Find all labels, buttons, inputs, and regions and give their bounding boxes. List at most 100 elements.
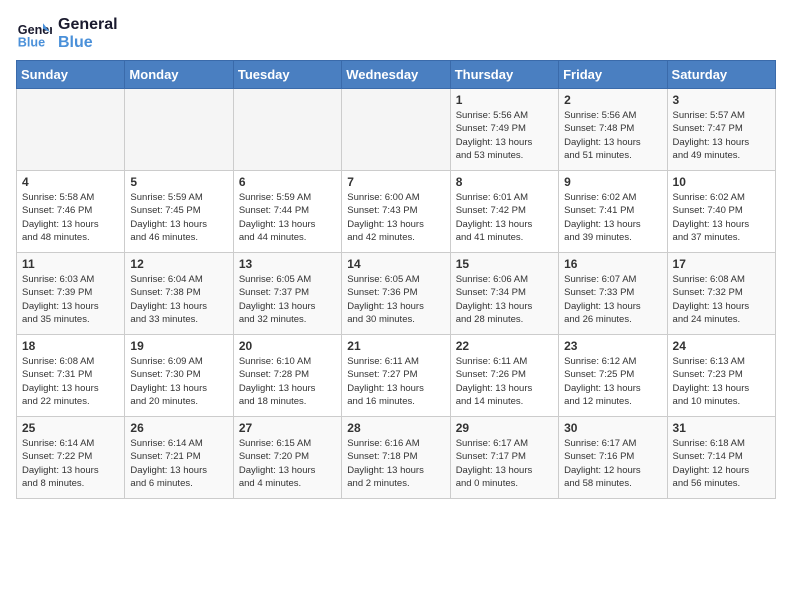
calendar-cell: 16Sunrise: 6:07 AM Sunset: 7:33 PM Dayli…: [559, 253, 667, 335]
calendar-cell: 23Sunrise: 6:12 AM Sunset: 7:25 PM Dayli…: [559, 335, 667, 417]
calendar-cell: [342, 89, 450, 171]
day-number: 4: [22, 175, 119, 189]
day-number: 29: [456, 421, 553, 435]
calendar-cell: 30 Sunrise: 6:17 AM Sunset: 7:16 PM Dayli…: [559, 417, 667, 499]
day-number: 25: [22, 421, 119, 435]
day-info: Sunrise: 6:07 AM Sunset: 7:33 PM Dayligh…: [564, 273, 661, 326]
logo-blue: Blue: [58, 34, 118, 52]
day-number: 5: [130, 175, 227, 189]
calendar-week-5: 25Sunrise: 6:14 AM Sunset: 7:22 PM Dayli…: [17, 417, 776, 499]
calendar-week-4: 18 Sunrise: 6:08 AM Sunset: 7:31 PM Dayli…: [17, 335, 776, 417]
day-number: 21: [347, 339, 444, 353]
calendar-week-1: 1 Sunrise: 5:56 AM Sunset: 7:49 PM Daylig…: [17, 89, 776, 171]
calendar-cell: 19 Sunrise: 6:09 AM Sunset: 7:30 PM Dayli…: [125, 335, 233, 417]
day-number: 30: [564, 421, 661, 435]
day-info: Sunrise: 6:17 AM Sunset: 7:17 PM Dayligh…: [456, 437, 553, 490]
calendar-week-3: 11 Sunrise: 6:03 AM Sunset: 7:39 PM Dayli…: [17, 253, 776, 335]
day-info: Sunrise: 6:17 AM Sunset: 7:16 PM Dayligh…: [564, 437, 661, 490]
day-info: Sunrise: 6:00 AM Sunset: 7:43 PM Dayligh…: [347, 191, 444, 244]
calendar-cell: 4 Sunrise: 5:58 AM Sunset: 7:46 PM Daylig…: [17, 171, 125, 253]
calendar-cell: [125, 89, 233, 171]
day-number: 19: [130, 339, 227, 353]
day-number: 6: [239, 175, 336, 189]
calendar-cell: 20Sunrise: 6:10 AM Sunset: 7:28 PM Dayli…: [233, 335, 341, 417]
calendar-cell: 8 Sunrise: 6:01 AM Sunset: 7:42 PM Daylig…: [450, 171, 558, 253]
day-info: Sunrise: 6:18 AM Sunset: 7:14 PM Dayligh…: [673, 437, 770, 490]
logo-general: General: [58, 16, 118, 34]
day-number: 9: [564, 175, 661, 189]
day-info: Sunrise: 6:03 AM Sunset: 7:39 PM Dayligh…: [22, 273, 119, 326]
day-number: 12: [130, 257, 227, 271]
day-info: Sunrise: 6:08 AM Sunset: 7:31 PM Dayligh…: [22, 355, 119, 408]
day-info: Sunrise: 6:04 AM Sunset: 7:38 PM Dayligh…: [130, 273, 227, 326]
day-info: Sunrise: 6:08 AM Sunset: 7:32 PM Dayligh…: [673, 273, 770, 326]
day-info: Sunrise: 5:58 AM Sunset: 7:46 PM Dayligh…: [22, 191, 119, 244]
weekday-header-monday: Monday: [125, 61, 233, 89]
day-info: Sunrise: 6:14 AM Sunset: 7:21 PM Dayligh…: [130, 437, 227, 490]
calendar-cell: 17 Sunrise: 6:08 AM Sunset: 7:32 PM Dayli…: [667, 253, 775, 335]
day-number: 17: [673, 257, 770, 271]
calendar-cell: 13 Sunrise: 6:05 AM Sunset: 7:37 PM Dayli…: [233, 253, 341, 335]
day-info: Sunrise: 6:05 AM Sunset: 7:36 PM Dayligh…: [347, 273, 444, 326]
calendar-table: SundayMondayTuesdayWednesdayThursdayFrid…: [16, 60, 776, 499]
weekday-header-friday: Friday: [559, 61, 667, 89]
day-number: 20: [239, 339, 336, 353]
day-number: 2: [564, 93, 661, 107]
day-info: Sunrise: 6:05 AM Sunset: 7:37 PM Dayligh…: [239, 273, 336, 326]
day-info: Sunrise: 6:06 AM Sunset: 7:34 PM Dayligh…: [456, 273, 553, 326]
day-number: 26: [130, 421, 227, 435]
logo: General Blue General Blue: [16, 16, 118, 52]
calendar-cell: [17, 89, 125, 171]
calendar-week-2: 4 Sunrise: 5:58 AM Sunset: 7:46 PM Daylig…: [17, 171, 776, 253]
day-number: 11: [22, 257, 119, 271]
day-number: 18: [22, 339, 119, 353]
calendar-cell: 15 Sunrise: 6:06 AM Sunset: 7:34 PM Dayli…: [450, 253, 558, 335]
calendar-cell: 28 Sunrise: 6:16 AM Sunset: 7:18 PM Dayli…: [342, 417, 450, 499]
day-info: Sunrise: 5:59 AM Sunset: 7:44 PM Dayligh…: [239, 191, 336, 244]
calendar-cell: 6 Sunrise: 5:59 AM Sunset: 7:44 PM Daylig…: [233, 171, 341, 253]
day-number: 24: [673, 339, 770, 353]
weekday-header-saturday: Saturday: [667, 61, 775, 89]
day-info: Sunrise: 6:09 AM Sunset: 7:30 PM Dayligh…: [130, 355, 227, 408]
day-info: Sunrise: 6:12 AM Sunset: 7:25 PM Dayligh…: [564, 355, 661, 408]
logo-icon: General Blue: [16, 16, 52, 52]
calendar-cell: 18 Sunrise: 6:08 AM Sunset: 7:31 PM Dayli…: [17, 335, 125, 417]
day-info: Sunrise: 6:15 AM Sunset: 7:20 PM Dayligh…: [239, 437, 336, 490]
day-info: Sunrise: 5:56 AM Sunset: 7:49 PM Dayligh…: [456, 109, 553, 162]
calendar-cell: 10Sunrise: 6:02 AM Sunset: 7:40 PM Dayli…: [667, 171, 775, 253]
day-number: 8: [456, 175, 553, 189]
header: General Blue General Blue: [16, 16, 776, 52]
svg-text:Blue: Blue: [18, 36, 45, 50]
weekday-header-tuesday: Tuesday: [233, 61, 341, 89]
calendar-cell: 29 Sunrise: 6:17 AM Sunset: 7:17 PM Dayli…: [450, 417, 558, 499]
calendar-cell: [233, 89, 341, 171]
day-number: 31: [673, 421, 770, 435]
day-info: Sunrise: 5:59 AM Sunset: 7:45 PM Dayligh…: [130, 191, 227, 244]
calendar-cell: 27 Sunrise: 6:15 AM Sunset: 7:20 PM Dayli…: [233, 417, 341, 499]
day-number: 28: [347, 421, 444, 435]
weekday-header-thursday: Thursday: [450, 61, 558, 89]
calendar-cell: 11 Sunrise: 6:03 AM Sunset: 7:39 PM Dayli…: [17, 253, 125, 335]
day-number: 27: [239, 421, 336, 435]
calendar-cell: 12 Sunrise: 6:04 AM Sunset: 7:38 PM Dayli…: [125, 253, 233, 335]
calendar-cell: 5 Sunrise: 5:59 AM Sunset: 7:45 PM Daylig…: [125, 171, 233, 253]
calendar-cell: 1 Sunrise: 5:56 AM Sunset: 7:49 PM Daylig…: [450, 89, 558, 171]
calendar-cell: 2 Sunrise: 5:56 AM Sunset: 7:48 PM Daylig…: [559, 89, 667, 171]
day-number: 1: [456, 93, 553, 107]
day-info: Sunrise: 5:56 AM Sunset: 7:48 PM Dayligh…: [564, 109, 661, 162]
day-info: Sunrise: 5:57 AM Sunset: 7:47 PM Dayligh…: [673, 109, 770, 162]
day-number: 14: [347, 257, 444, 271]
day-number: 13: [239, 257, 336, 271]
day-number: 10: [673, 175, 770, 189]
weekday-header-sunday: Sunday: [17, 61, 125, 89]
day-info: Sunrise: 6:16 AM Sunset: 7:18 PM Dayligh…: [347, 437, 444, 490]
calendar-cell: 22Sunrise: 6:11 AM Sunset: 7:26 PM Dayli…: [450, 335, 558, 417]
day-info: Sunrise: 6:01 AM Sunset: 7:42 PM Dayligh…: [456, 191, 553, 244]
weekday-header-wednesday: Wednesday: [342, 61, 450, 89]
day-number: 7: [347, 175, 444, 189]
weekday-header-row: SundayMondayTuesdayWednesdayThursdayFrid…: [17, 61, 776, 89]
day-info: Sunrise: 6:13 AM Sunset: 7:23 PM Dayligh…: [673, 355, 770, 408]
calendar-cell: 25Sunrise: 6:14 AM Sunset: 7:22 PM Dayli…: [17, 417, 125, 499]
calendar-cell: 9Sunrise: 6:02 AM Sunset: 7:41 PM Daylig…: [559, 171, 667, 253]
day-number: 15: [456, 257, 553, 271]
